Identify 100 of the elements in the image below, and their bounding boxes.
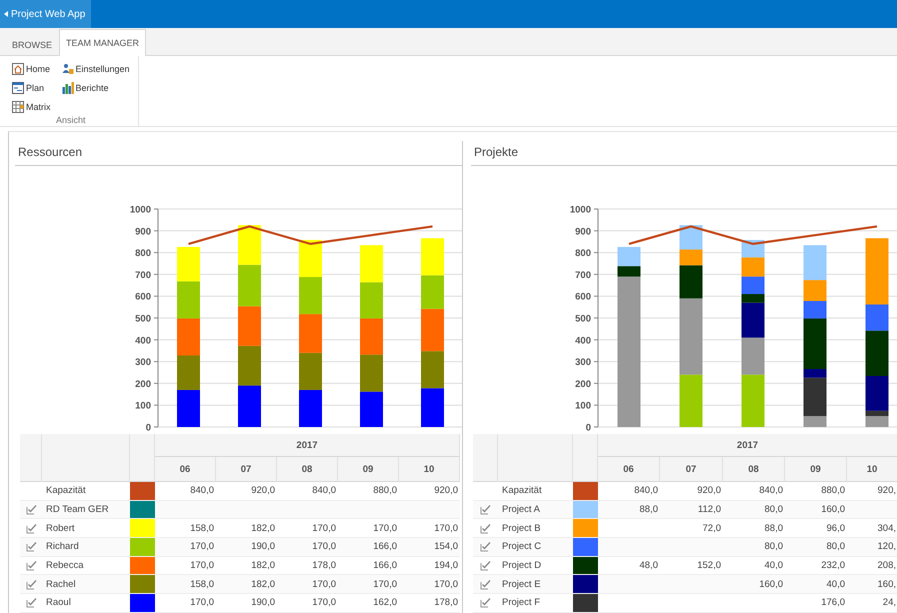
year-header: 2017	[155, 434, 460, 457]
checkbox[interactable]	[480, 504, 491, 516]
axis-tick-label: 0	[586, 422, 591, 434]
axis-tick-label: 100	[575, 400, 591, 412]
app-title: Project Web App	[11, 8, 86, 20]
axis-tick-label: 500	[135, 314, 151, 324]
table-cell: 160,0	[785, 500, 847, 520]
ribbon-button[interactable]: Matrix	[10, 98, 52, 115]
row-name: Richard	[42, 538, 130, 557]
bar-segment	[421, 238, 444, 276]
table-cell	[598, 575, 660, 594]
bar-segment	[360, 354, 383, 392]
axis-tick-label: 500	[575, 314, 591, 324]
ribbon-button[interactable]: Einstellungen	[60, 60, 132, 77]
month-header: 06	[598, 457, 660, 482]
table-cell: 170,0	[277, 538, 338, 557]
table-cell: 88,0	[598, 500, 660, 520]
table-cell: 170,0	[338, 575, 399, 594]
checkbox[interactable]	[480, 560, 491, 572]
bar-segment	[360, 318, 383, 355]
bar-segment	[299, 240, 322, 278]
table-cell: 154,0	[399, 538, 460, 557]
header-cell	[573, 434, 598, 482]
axis-tick-label: 1000	[570, 204, 591, 216]
month-header: 07	[216, 457, 277, 482]
panel-title: Ressourcen	[15, 141, 462, 166]
axis-tick-label: 0	[146, 422, 151, 434]
axis-tick-label: 400	[135, 335, 151, 346]
axis-tick-label: 800	[575, 248, 591, 260]
bar-segment	[299, 352, 322, 390]
ribbon-tab[interactable]: TEAM MANAGER	[59, 29, 146, 56]
checkbox[interactable]	[26, 560, 36, 572]
ribbon-button[interactable]: Plan	[10, 79, 52, 96]
bar-segment	[299, 390, 322, 427]
table-cell: 170,0	[155, 538, 216, 557]
bar-segment	[299, 277, 322, 314]
checkbox[interactable]	[26, 522, 36, 534]
checkbox[interactable]	[480, 522, 491, 534]
table-cell: 158,0	[155, 575, 216, 594]
ribbon-tab[interactable]: BROWSE	[5, 33, 60, 56]
table-cell: 160,	[847, 575, 897, 594]
axis-tick-label: 700	[575, 270, 591, 281]
checkbox[interactable]	[26, 578, 36, 590]
row-name: Project C	[498, 538, 573, 557]
table-cell: 170,0	[399, 575, 460, 594]
month-header: 07	[660, 457, 723, 482]
bar-segment	[238, 386, 261, 427]
row-name: Rachel	[42, 575, 130, 594]
bar-segment	[421, 275, 444, 309]
axis-tick-label: 300	[575, 357, 591, 368]
table-cell: 182,0	[216, 575, 277, 594]
bar-segment	[177, 318, 200, 356]
table-cell: 166,0	[338, 538, 399, 557]
checkbox[interactable]	[480, 541, 491, 552]
axis-tick-label: 1000	[130, 204, 151, 216]
table-cell	[598, 538, 660, 557]
grid-icon	[12, 100, 24, 112]
header-cell	[130, 434, 155, 482]
axis-tick-label: 600	[575, 292, 591, 303]
month-header: 10	[399, 457, 460, 482]
row-name: Project A	[498, 500, 573, 520]
bar-segment	[742, 338, 764, 375]
bar-segment	[742, 374, 764, 427]
checkbox[interactable]	[480, 597, 491, 608]
bar-segment	[421, 351, 444, 388]
table-cell: 160,0	[723, 575, 785, 594]
table-cell: 120,	[847, 538, 897, 557]
table-cell: 190,0	[216, 538, 277, 557]
axis-tick-label: 900	[575, 226, 591, 238]
row-name: RD Team GER	[42, 500, 130, 520]
year-header: 2017	[598, 434, 897, 457]
checkbox[interactable]	[480, 578, 491, 590]
month-header: 09	[338, 457, 399, 482]
bar-segment	[238, 264, 261, 306]
month-header: 09	[785, 457, 847, 482]
bar-segment	[177, 246, 200, 282]
checkbox[interactable]	[26, 541, 36, 552]
bar-segment	[238, 346, 261, 386]
table-cell: 112,0	[660, 500, 723, 520]
app-title-tab[interactable]: Project Web App	[0, 0, 92, 28]
table-cell: 80,0	[785, 538, 847, 557]
checkbox[interactable]	[26, 504, 36, 516]
bar-segment	[238, 225, 261, 265]
bar-chart-icon	[62, 82, 74, 94]
bar-segment	[177, 281, 200, 318]
bar-segment	[360, 245, 383, 282]
table-cell: 80,0	[723, 538, 785, 557]
axis-tick-label: 400	[575, 335, 591, 346]
window-icon	[12, 82, 24, 94]
checkbox[interactable]	[26, 597, 36, 608]
panel-title: Projekte	[471, 141, 897, 166]
bar-segment	[360, 282, 383, 318]
table-cell: 80,0	[723, 500, 785, 520]
bar-segment	[177, 390, 200, 427]
bar-segment	[238, 306, 261, 346]
ribbon-button[interactable]: Berichte	[60, 79, 132, 96]
month-header: 08	[277, 457, 338, 482]
bar-segment	[360, 392, 383, 427]
ribbon-button[interactable]: Home	[10, 60, 52, 77]
axis-tick-label: 600	[135, 292, 151, 303]
